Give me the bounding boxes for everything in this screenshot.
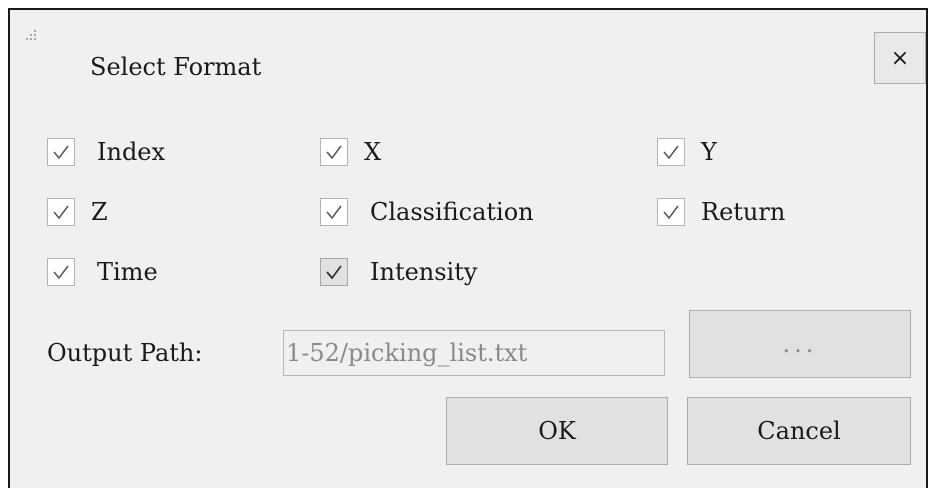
z-checkbox[interactable] bbox=[47, 198, 75, 226]
option-index[interactable]: Index bbox=[47, 132, 165, 172]
checkmark-icon bbox=[53, 205, 69, 220]
checkmark-icon bbox=[326, 205, 342, 220]
checkmark-icon bbox=[53, 145, 69, 160]
y-checkbox[interactable] bbox=[657, 138, 685, 166]
option-return[interactable]: Return bbox=[657, 192, 785, 232]
close-button[interactable]: × bbox=[874, 32, 926, 84]
option-x[interactable]: X bbox=[320, 132, 381, 172]
dialog-title: Select Format bbox=[90, 53, 262, 81]
ok-button[interactable]: OK bbox=[446, 397, 668, 465]
checkmark-icon bbox=[53, 265, 69, 280]
classification-checkbox[interactable] bbox=[320, 198, 348, 226]
z-label: Z bbox=[91, 198, 108, 226]
checkmark-icon bbox=[326, 145, 342, 160]
option-classification[interactable]: Classification bbox=[320, 192, 534, 232]
output-path-input[interactable] bbox=[283, 330, 665, 376]
checkmark-icon bbox=[663, 205, 679, 220]
classification-label: Classification bbox=[370, 198, 534, 226]
option-z[interactable]: Z bbox=[47, 192, 108, 232]
option-intensity[interactable]: Intensity bbox=[320, 252, 477, 292]
x-label: X bbox=[364, 138, 382, 166]
index-checkbox[interactable] bbox=[47, 138, 75, 166]
option-time[interactable]: Time bbox=[47, 252, 158, 292]
intensity-checkbox[interactable] bbox=[320, 258, 348, 286]
time-label: Time bbox=[97, 258, 158, 286]
close-icon: × bbox=[890, 45, 910, 71]
cancel-button[interactable]: Cancel bbox=[687, 397, 911, 465]
option-y[interactable]: Y bbox=[657, 132, 717, 172]
time-checkbox[interactable] bbox=[47, 258, 75, 286]
select-format-dialog: Select Format × Index X Y Z Classificati… bbox=[8, 8, 928, 488]
checkmark-icon bbox=[663, 145, 679, 160]
drag-grip-icon[interactable] bbox=[26, 30, 40, 44]
checkmark-icon bbox=[326, 265, 342, 280]
x-checkbox[interactable] bbox=[320, 138, 348, 166]
index-label: Index bbox=[97, 138, 166, 166]
intensity-label: Intensity bbox=[370, 258, 478, 286]
return-label: Return bbox=[701, 198, 786, 226]
return-checkbox[interactable] bbox=[657, 198, 685, 226]
y-label: Y bbox=[701, 138, 717, 166]
output-path-label: Output Path: bbox=[47, 339, 203, 367]
browse-button[interactable]: ... bbox=[689, 310, 911, 378]
